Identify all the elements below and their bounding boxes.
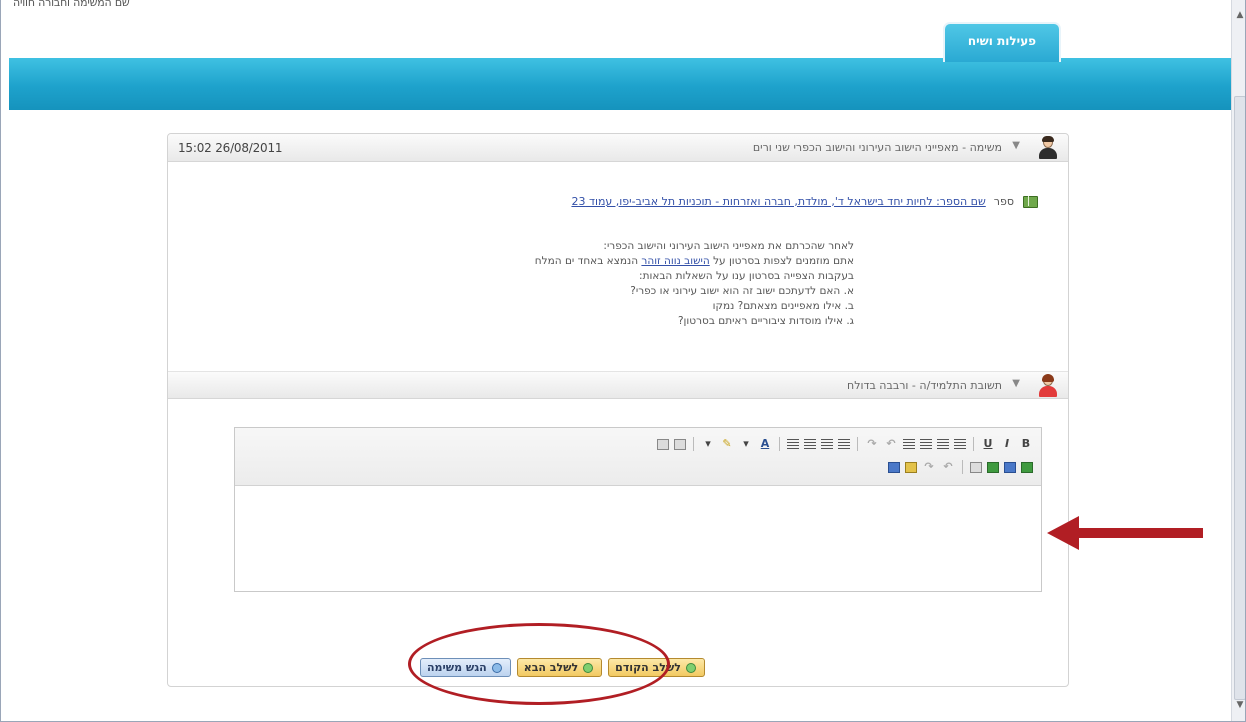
instruction-line: א. האם לדעתכם ישוב זה הוא ישוב עירוני או… [630,285,854,297]
book-link[interactable]: שם הספר: לחיות יחד בישראל ד', מולדת, חבר… [571,195,985,208]
task-panel: ▼ משימה - מאפייני הישוב העירוני והישוב ה… [167,133,1069,687]
book-reference: ספר שם הספר: לחיות יחד בישראל ד', מולדת,… [571,194,1038,208]
toolbar-separator [973,437,974,451]
toolbar-separator [779,437,780,451]
font-color-icon[interactable]: A [758,437,772,451]
instruction-line: לאחר שהכרתם את מאפייני הישוב העירוני והי… [603,240,854,252]
highlight-color-icon[interactable]: ✎ [720,437,734,451]
task-title: משימה - מאפייני הישוב העירוני והישוב הכפ… [752,141,1002,154]
book-icon [1022,194,1038,208]
align-left-icon[interactable] [920,438,932,450]
rich-text-editor: B I U ↶ ↷ A ▾ ✎ ▾ ↶ ↷ [234,427,1042,592]
toolbar-separator [693,437,694,451]
undo-icon[interactable]: ↶ [884,437,898,451]
table-icon[interactable] [1021,461,1033,473]
indent-icon[interactable] [821,438,833,450]
toolbar-separator [962,460,963,474]
copy-icon[interactable] [888,461,900,473]
link-icon[interactable] [674,438,686,450]
editor-toolbar: B I U ↶ ↷ A ▾ ✎ ▾ ↶ ↷ [235,428,1041,486]
redo-icon[interactable]: ↷ [922,460,936,474]
video-link[interactable]: הישוב נווה זוהר [641,255,709,267]
image-icon[interactable] [987,461,999,473]
answer-section-header[interactable]: ▼ תשובת התלמיד/ה - ורבבה בדולח [168,371,1068,399]
task-timestamp: 15:02 26/08/2011 [178,141,283,155]
toolbar-row-2: ↶ ↷ [888,460,1033,474]
dropdown-caret-icon[interactable]: ▾ [739,437,753,451]
chevron-down-icon[interactable]: ▼ [1012,140,1020,151]
instruction-line: בעקבות הצפייה בסרטון ענו על השאלות הבאות… [639,270,854,282]
student-avatar [1038,374,1058,397]
window-title: שם המשימה וחבורה חוויה [13,0,130,9]
instruction-line-video: אתם מוזמנים לצפות בסרטון על הישוב נווה ז… [534,255,854,267]
scroll-thumb[interactable] [1234,96,1245,700]
underline-button[interactable]: U [981,437,995,451]
numbered-list-icon[interactable] [787,438,799,450]
app-window: שם המשימה וחבורה חוויה פעילות ושיח ▲ ▼ ▼… [0,0,1246,722]
task-instructions: לאחר שהכרתם את מאפייני הישוב העירוני והי… [535,239,854,329]
previous-icon [685,662,696,673]
anchor-icon[interactable] [1004,461,1016,473]
toolbar-row-1: B I U ↶ ↷ A ▾ ✎ ▾ [657,437,1033,451]
dropdown-caret-icon[interactable]: ▾ [701,437,715,451]
scroll-up-arrow-icon[interactable]: ▲ [1235,10,1245,20]
unlink-icon[interactable] [657,438,669,450]
media-icon[interactable] [970,461,982,473]
instruction-line: ג. אילו מוסדות ציבוריים ראיתם בסרטון? [677,315,854,327]
bold-button[interactable]: B [1019,437,1033,451]
scroll-down-arrow-icon[interactable]: ▼ [1235,700,1245,710]
paste-icon[interactable] [905,461,917,473]
chevron-down-icon[interactable]: ▼ [1012,378,1020,389]
vertical-scrollbar[interactable]: ▲ ▼ [1231,0,1245,721]
toolbar-separator [857,437,858,451]
teacher-avatar [1038,136,1058,159]
align-center-icon[interactable] [937,438,949,450]
header-band [9,58,1231,110]
align-justify-icon[interactable] [903,438,915,450]
tab-activity-discussion[interactable]: פעילות ושיח [943,22,1061,62]
outdent-icon[interactable] [838,438,850,450]
bullet-list-icon[interactable] [804,438,816,450]
redo-icon[interactable]: ↷ [865,437,879,451]
undo-icon[interactable]: ↶ [941,460,955,474]
instruction-line: ב. אילו מאפיינים מצאתם? נמקו [712,300,854,312]
answer-title: תשובת התלמיד/ה - ורבבה בדולח [847,379,1002,392]
task-section-header[interactable]: ▼ משימה - מאפייני הישוב העירוני והישוב ה… [168,134,1068,162]
italic-button[interactable]: I [1000,437,1014,451]
annotation-ellipse [408,623,670,705]
book-label: ספר [993,194,1014,208]
align-right-icon[interactable] [954,438,966,450]
annotation-arrow-icon [1047,516,1203,550]
answer-text-area[interactable] [235,486,1041,591]
